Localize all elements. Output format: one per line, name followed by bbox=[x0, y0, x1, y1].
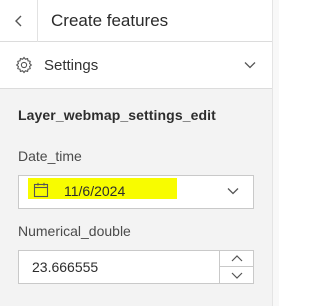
increment-button[interactable] bbox=[220, 251, 253, 267]
gear-icon bbox=[15, 56, 33, 74]
date-value: 11/6/2024 bbox=[64, 183, 126, 199]
numerical-double-value: 23.666555 bbox=[32, 259, 99, 275]
scrollbar[interactable] bbox=[272, 0, 279, 306]
decrement-button[interactable] bbox=[220, 267, 253, 283]
layer-title: Layer_webmap_settings_edit bbox=[18, 107, 216, 123]
feature-form: Layer_webmap_settings_edit Date_time 11/… bbox=[0, 89, 272, 306]
back-button[interactable] bbox=[0, 0, 38, 42]
settings-toggle[interactable]: Settings bbox=[0, 42, 272, 89]
numerical-double-input[interactable]: 23.666555 bbox=[18, 250, 254, 284]
chevron-down-icon[interactable] bbox=[227, 187, 239, 195]
chevron-down-icon bbox=[244, 61, 256, 69]
numerical-double-label: Numerical_double bbox=[18, 223, 131, 239]
settings-label: Settings bbox=[44, 56, 99, 74]
panel-header: Create features bbox=[0, 0, 272, 42]
chevron-down-icon bbox=[231, 272, 243, 279]
date-time-input[interactable]: 11/6/2024 bbox=[18, 175, 254, 209]
chevron-left-icon bbox=[14, 14, 24, 28]
calendar-icon bbox=[33, 182, 49, 198]
page-title: Create features bbox=[51, 10, 169, 30]
chevron-up-icon bbox=[231, 255, 243, 262]
number-stepper bbox=[219, 251, 253, 283]
date-time-label: Date_time bbox=[18, 148, 82, 164]
create-features-panel: Create features Settings Layer_webmap_se… bbox=[0, 0, 272, 306]
